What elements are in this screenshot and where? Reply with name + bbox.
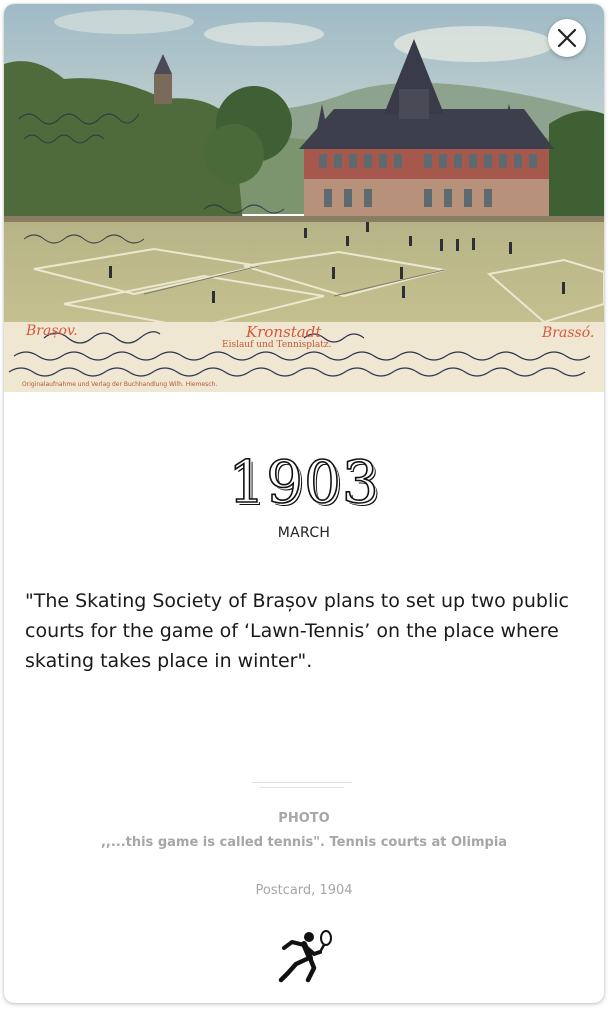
photo-caption: ,,...this game is called tennis". Tennis… bbox=[100, 835, 508, 850]
divider bbox=[260, 787, 344, 788]
divider bbox=[252, 782, 352, 783]
postcard-photo: Brașov. Kronstadt Eislauf und Tennisplat… bbox=[4, 4, 604, 392]
timeline-card: Brașov. Kronstadt Eislauf und Tennisplat… bbox=[4, 4, 604, 1003]
event-month: MARCH bbox=[277, 525, 331, 541]
event-quote: "The Skating Society of Brașov plans to … bbox=[25, 590, 569, 672]
photo-source: Postcard, 1904 bbox=[255, 883, 353, 898]
postcard-publisher: Originalaufnahme und Verlag der Buchhand… bbox=[22, 381, 218, 388]
postcard-place-center: Kronstadt bbox=[246, 323, 322, 341]
postcard-place-sub: Eislauf und Tennisplatz. bbox=[222, 340, 332, 350]
photo-label: PHOTO bbox=[278, 811, 330, 826]
event-year: 1903 bbox=[227, 448, 380, 516]
tennis-player-icon bbox=[276, 928, 334, 988]
close-button[interactable] bbox=[548, 19, 586, 57]
close-icon bbox=[557, 28, 577, 48]
postcard-place-left: Brașov. bbox=[26, 323, 78, 339]
postcard-place-right: Brassó. bbox=[542, 325, 595, 341]
